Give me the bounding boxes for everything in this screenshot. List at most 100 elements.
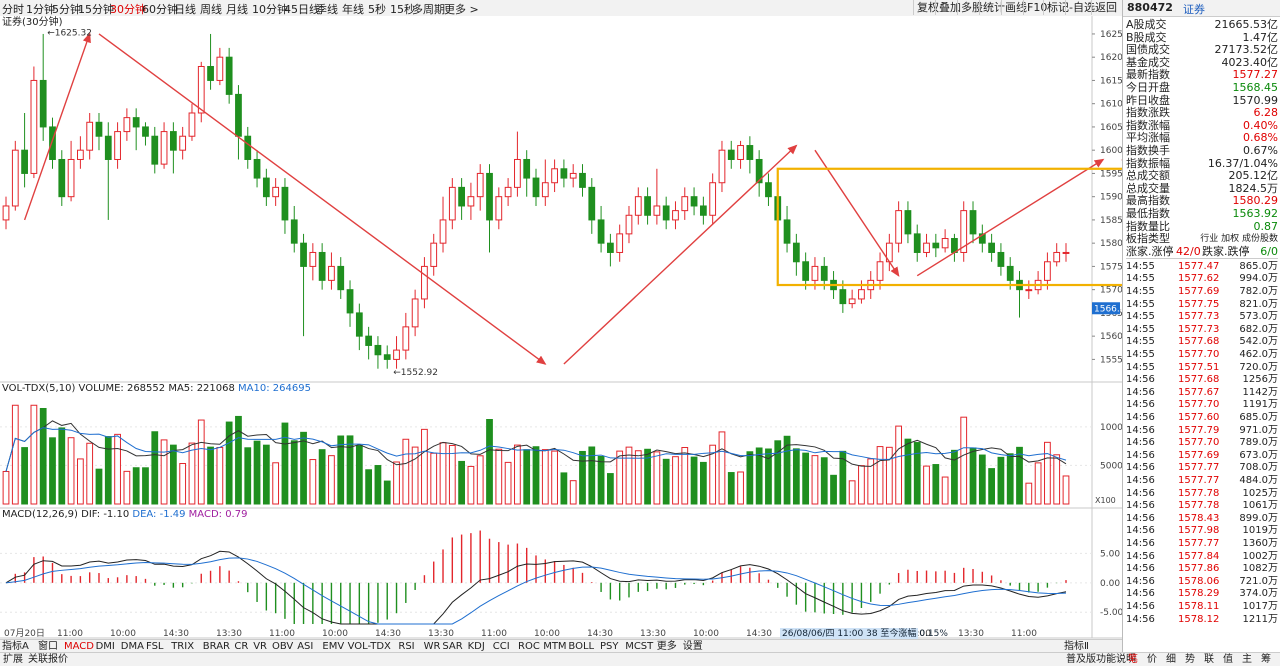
volume-bar-107	[998, 457, 1004, 504]
candle-body-16	[152, 136, 158, 164]
candle-body-72	[673, 211, 679, 220]
period-12[interactable]: 年线	[342, 1, 364, 17]
period-7[interactable]: 周线	[200, 1, 222, 17]
toolbar-btn-8[interactable]: 返回	[1091, 0, 1120, 15]
quote-tab-7[interactable]: 筹	[1261, 653, 1271, 666]
volume-bar-80	[747, 452, 753, 504]
help-link[interactable]: 普及版功能说明	[1066, 653, 1136, 666]
quote-header: 880472 证券	[1123, 0, 1280, 17]
volume-bar-57	[533, 447, 539, 504]
candle-body-100	[933, 243, 939, 248]
candle-body-71	[663, 206, 669, 220]
candle-body-34	[319, 252, 325, 280]
volume-bar-64	[598, 456, 604, 504]
quote-row-4: 最新指数1577.27	[1126, 69, 1278, 81]
volume-bar-102	[952, 450, 958, 504]
period-10[interactable]: 45日线	[284, 1, 320, 17]
volume-bar-110	[1026, 483, 1032, 504]
price-tick-label-11: 1610	[1100, 100, 1122, 110]
period-2[interactable]: 5分钟	[52, 1, 81, 17]
volume-bar-78	[728, 473, 734, 504]
kline-chart[interactable]: 1555156015651570157515801585159015951600…	[0, 16, 1122, 642]
volume-bar-112	[1045, 442, 1051, 504]
candle-body-91	[849, 299, 855, 304]
period-0[interactable]: 分时	[2, 1, 24, 17]
quote-tab-5[interactable]: 值	[1223, 653, 1233, 666]
quote-key: 总成交量	[1126, 183, 1170, 195]
time-tick-4: 13:30	[216, 629, 242, 639]
candle-body-106	[989, 243, 995, 252]
volume-bar-47	[440, 443, 446, 504]
period-3[interactable]: 15分钟	[78, 1, 114, 17]
expand-btn[interactable]: 扩展	[3, 653, 23, 666]
period-16[interactable]: 更多 >	[444, 1, 479, 17]
candle-body-45	[422, 266, 428, 299]
period-11[interactable]: 季线	[316, 1, 338, 17]
volume-bar-54	[505, 462, 511, 504]
volume-bar-39	[366, 470, 372, 504]
volume-bar-9	[87, 443, 93, 504]
volume-bar-77	[719, 432, 725, 504]
candle-body-50	[468, 197, 474, 206]
quote-tab-6[interactable]: 主	[1242, 653, 1252, 666]
volume-bar-20	[189, 443, 195, 504]
macd-panel-label: MACD(12,26,9) DIF: -1.10 DEA: -1.49 MACD…	[2, 509, 247, 520]
period-toolbar: 分时1分钟5分钟15分钟30分钟60分钟日线周线月线10分钟45日线季线年线5秒…	[0, 0, 1280, 17]
volume-bar-12	[115, 434, 121, 504]
quote-tab-3[interactable]: 势	[1185, 653, 1195, 666]
low-label: ←1552.92	[393, 368, 438, 378]
volume-bar-0	[3, 471, 9, 504]
period-9[interactable]: 10分钟	[252, 1, 288, 17]
volume-bar-48	[449, 445, 455, 504]
time-tick-5: 11:00	[269, 629, 295, 639]
candle-body-69	[645, 197, 651, 216]
candle-body-7	[68, 159, 74, 196]
quote-tab-1[interactable]: 价	[1147, 653, 1157, 666]
quote-tab-2[interactable]: 细	[1166, 653, 1176, 666]
period-1[interactable]: 1分钟	[26, 1, 55, 17]
candle-body-10	[96, 122, 102, 136]
volume-bar-46	[431, 453, 437, 504]
volume-bar-33	[310, 460, 316, 504]
candle-body-48	[449, 187, 455, 220]
candle-body-8	[78, 150, 84, 159]
period-6[interactable]: 日线	[174, 1, 196, 17]
candle-body-15	[143, 127, 149, 136]
candle-body-43	[403, 327, 409, 350]
tick-row: 14:551577.68542.0万	[1126, 336, 1278, 348]
candle-body-54	[505, 187, 511, 196]
candle-body-24	[226, 57, 232, 94]
candle-body-101	[942, 239, 948, 248]
volume-bar-61	[570, 481, 576, 504]
period-4[interactable]: 30分钟	[110, 1, 146, 17]
period-5[interactable]: 60分钟	[142, 1, 178, 17]
volume-bar-16	[152, 432, 158, 504]
tick-row: 14:551577.73682.0万	[1126, 324, 1278, 336]
period-8[interactable]: 月线	[226, 1, 248, 17]
volume-bar-41	[384, 481, 390, 504]
volume-bar-85	[793, 449, 799, 504]
period-15[interactable]: 多周期	[412, 1, 445, 17]
tick-row: 14:561577.69673.0万	[1126, 450, 1278, 462]
candle-body-28	[263, 178, 269, 197]
candle-body-102	[952, 239, 958, 253]
price-tick-label-3: 1570	[1100, 286, 1122, 296]
time-tick-11: 14:30	[587, 629, 613, 639]
quote-tab-4[interactable]: 联	[1204, 653, 1214, 666]
tick-row: 14:551577.75821.0万	[1126, 299, 1278, 311]
quote-tab-0[interactable]: 笔	[1128, 653, 1138, 666]
volume-bar-26	[245, 448, 251, 504]
quote-row-14: 最高指数1580.29	[1126, 195, 1278, 207]
candle-body-4	[40, 80, 46, 126]
period-13[interactable]: 5秒	[368, 1, 386, 17]
related-quote-btn[interactable]: 关联报价	[28, 653, 68, 666]
volume-bar-53	[496, 449, 502, 504]
volume-bar-92	[859, 466, 865, 504]
quote-row-13: 总成交量1824.5万	[1126, 183, 1278, 195]
quote-key: 总成交额	[1126, 170, 1170, 182]
quote-key: 平均涨幅	[1126, 132, 1170, 144]
volume-bar-97	[905, 439, 911, 504]
volume-bar-94	[877, 447, 883, 504]
candle-body-56	[524, 159, 530, 178]
volume-bar-6	[59, 428, 65, 504]
